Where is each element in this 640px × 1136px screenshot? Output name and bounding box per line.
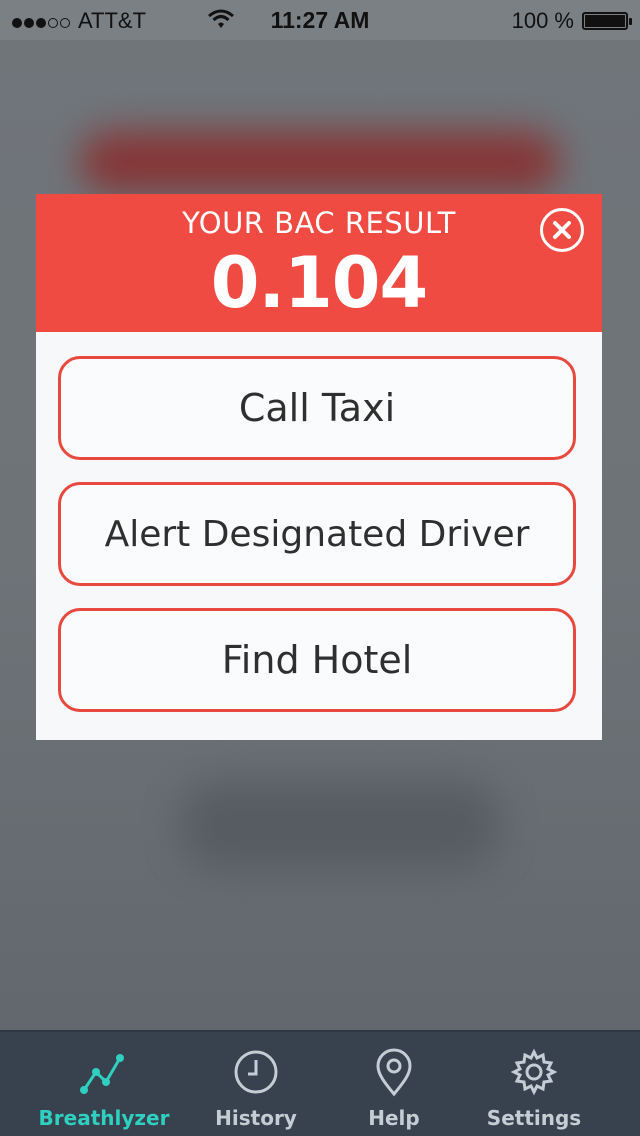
tab-label: History [215, 1106, 297, 1130]
battery-status: 100 % [511, 8, 632, 34]
bac-value: 0.104 [210, 242, 428, 324]
tab-history[interactable]: History [176, 1032, 336, 1136]
graph-icon [80, 1054, 124, 1094]
tab-label: Help [368, 1106, 420, 1130]
tab-bar: Breathlyzer History Help Settings [0, 1030, 640, 1136]
blurred-background-element [80, 132, 560, 192]
modal-title: YOUR BAC RESULT [182, 206, 456, 240]
status-bar: ATT&T 11:27 AM 100 % [0, 0, 640, 40]
tab-breathlyzer[interactable]: Breathlyzer [24, 1032, 184, 1136]
call-taxi-button[interactable]: Call Taxi [58, 356, 576, 460]
tab-settings[interactable]: Settings [454, 1032, 614, 1136]
battery-percent: 100 % [511, 8, 574, 33]
close-button[interactable] [540, 208, 584, 252]
find-hotel-button[interactable]: Find Hotel [58, 608, 576, 712]
tab-help[interactable]: Help [314, 1032, 474, 1136]
clock-icon [234, 1050, 278, 1094]
alert-designated-driver-button[interactable]: Alert Designated Driver [58, 482, 576, 586]
close-icon [553, 221, 571, 239]
app-screen: ATT&T 11:27 AM 100 % YOUR BAC RESULT 0.1… [0, 0, 640, 1136]
tab-label: Breathlyzer [38, 1106, 170, 1130]
blurred-background-element [180, 780, 500, 870]
modal-header: YOUR BAC RESULT 0.104 [36, 194, 602, 332]
battery-icon [582, 12, 632, 30]
bac-result-modal: YOUR BAC RESULT 0.104 Call Taxi Alert De… [36, 194, 602, 740]
gear-icon [510, 1048, 558, 1096]
location-pin-icon [376, 1048, 412, 1097]
tab-label: Settings [486, 1106, 582, 1130]
